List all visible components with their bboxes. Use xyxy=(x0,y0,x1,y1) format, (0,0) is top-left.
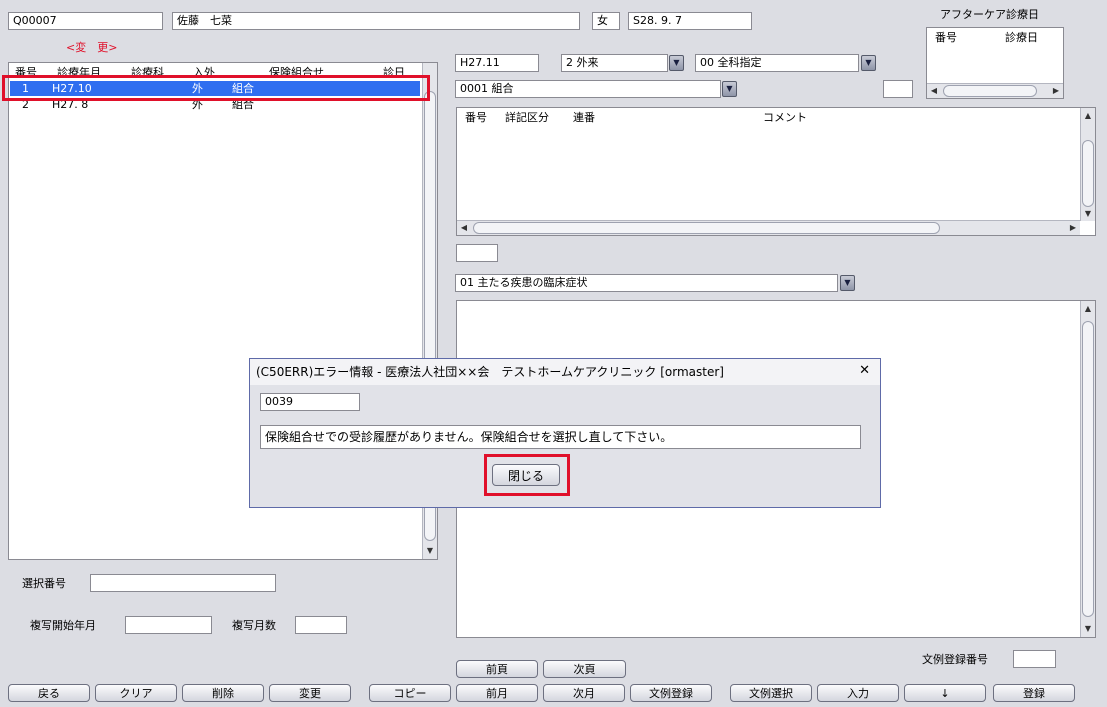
aftercare-col-date: 診療日 xyxy=(1005,31,1038,44)
dialog-titlebar: (C50ERR)エラー情報 - 医療法人社団××会 テストホームケアクリニック … xyxy=(250,359,880,385)
down-button[interactable]: ↓ xyxy=(904,684,986,702)
scroll-right-icon[interactable]: ▶ xyxy=(1066,223,1080,233)
scroll-down-icon[interactable]: ▼ xyxy=(1081,209,1095,219)
error-message-field[interactable]: 保険組合せでの受診履歴がありません。保険組合せを選択し直して下さい。 xyxy=(260,425,861,449)
small-code-field[interactable] xyxy=(883,80,913,98)
chevron-down-icon[interactable]: ▼ xyxy=(669,55,684,71)
scroll-up-icon[interactable]: ▲ xyxy=(1081,304,1095,314)
patient-sex-field[interactable]: 女 xyxy=(592,12,620,30)
detail-number-field[interactable] xyxy=(456,244,498,262)
patient-name-field[interactable]: 佐藤 七菜 xyxy=(172,12,580,30)
error-code-field[interactable]: 0039 xyxy=(260,393,360,411)
prev-page-button[interactable]: 前頁 xyxy=(456,660,538,678)
aftercare-list[interactable]: 番号 診療日 ◀ ▶ xyxy=(926,27,1064,99)
chevron-down-icon[interactable]: ▼ xyxy=(861,55,876,71)
chevron-down-icon[interactable]: ▼ xyxy=(840,275,855,291)
detail-col-seq: 連番 xyxy=(573,111,595,124)
close-icon[interactable]: ✕ xyxy=(859,364,870,378)
next-page-button[interactable]: 次頁 xyxy=(543,660,626,678)
aftercare-col-no: 番号 xyxy=(935,31,957,44)
input-button[interactable]: 入力 xyxy=(817,684,899,702)
inout-select[interactable]: 2 外来 xyxy=(561,54,668,72)
copy-start-label: 複写開始年月 xyxy=(30,619,96,632)
detail-vscroll-thumb[interactable] xyxy=(1082,140,1094,207)
delete-button[interactable]: 削除 xyxy=(182,684,264,702)
back-button[interactable]: 戻る xyxy=(8,684,90,702)
category-select[interactable]: 01 主たる疾患の臨床症状 xyxy=(455,274,838,292)
patient-birth-field[interactable]: S28. 9. 7 xyxy=(628,12,752,30)
scroll-down-icon[interactable]: ▼ xyxy=(1081,624,1095,634)
copy-months-label: 複写月数 xyxy=(232,619,276,632)
detail-col-comment: コメント xyxy=(763,111,807,124)
aftercare-title: アフターケア診療日 xyxy=(940,8,1039,21)
change-button[interactable]: 変更 xyxy=(269,684,351,702)
scroll-left-icon[interactable]: ◀ xyxy=(927,86,941,96)
clear-button[interactable]: クリア xyxy=(95,684,177,702)
scroll-down-icon[interactable]: ▼ xyxy=(423,546,437,556)
detail-col-category: 詳記区分 xyxy=(505,111,549,124)
detail-hscroll[interactable]: ◀ ▶ xyxy=(457,220,1080,235)
scroll-up-icon[interactable]: ▲ xyxy=(1081,111,1095,121)
copy-button[interactable]: コピー xyxy=(369,684,451,702)
dept-select[interactable]: 00 全科指定 xyxy=(695,54,859,72)
template-select-button[interactable]: 文例選択 xyxy=(730,684,812,702)
copy-months-field[interactable] xyxy=(295,616,347,634)
detail-list[interactable]: 番号 詳記区分 連番 コメント ▲ ▼ ◀ ▶ xyxy=(456,107,1096,236)
chevron-down-icon[interactable]: ▼ xyxy=(722,81,737,97)
copy-start-field[interactable] xyxy=(125,616,212,634)
detail-hscroll-thumb[interactable] xyxy=(473,222,940,234)
aftercare-hscroll-thumb[interactable] xyxy=(943,85,1037,97)
template-no-label: 文例登録番号 xyxy=(922,653,988,666)
aftercare-hscroll[interactable]: ◀ ▶ xyxy=(927,83,1063,98)
template-no-field[interactable] xyxy=(1013,650,1056,668)
detail-col-no: 番号 xyxy=(465,111,487,124)
insurance-select[interactable]: 0001 組合 xyxy=(455,80,721,98)
select-no-field[interactable] xyxy=(90,574,276,592)
template-register-button[interactable]: 文例登録 xyxy=(630,684,712,702)
register-button[interactable]: 登録 xyxy=(993,684,1075,702)
scroll-left-icon[interactable]: ◀ xyxy=(457,223,471,233)
next-month-button[interactable]: 次月 xyxy=(543,684,625,702)
detail-vscroll[interactable]: ▲ ▼ xyxy=(1080,108,1095,221)
select-no-label: 選択番号 xyxy=(22,577,66,590)
dialog-title: (C50ERR)エラー情報 - 医療法人社団××会 テストホームケアクリニック … xyxy=(256,365,724,379)
highlight-selected-row xyxy=(2,75,430,101)
prev-month-button[interactable]: 前月 xyxy=(456,684,538,702)
treatment-ym-field[interactable]: H27.11 xyxy=(455,54,539,72)
comment-vscroll[interactable]: ▲ ▼ xyxy=(1080,301,1095,637)
comment-vscroll-thumb[interactable] xyxy=(1082,321,1094,617)
mode-status-label: <変 更> xyxy=(66,41,118,54)
highlight-close-button xyxy=(484,454,570,496)
patient-id-field[interactable]: Q00007 xyxy=(8,12,163,30)
scroll-right-icon[interactable]: ▶ xyxy=(1049,86,1063,96)
